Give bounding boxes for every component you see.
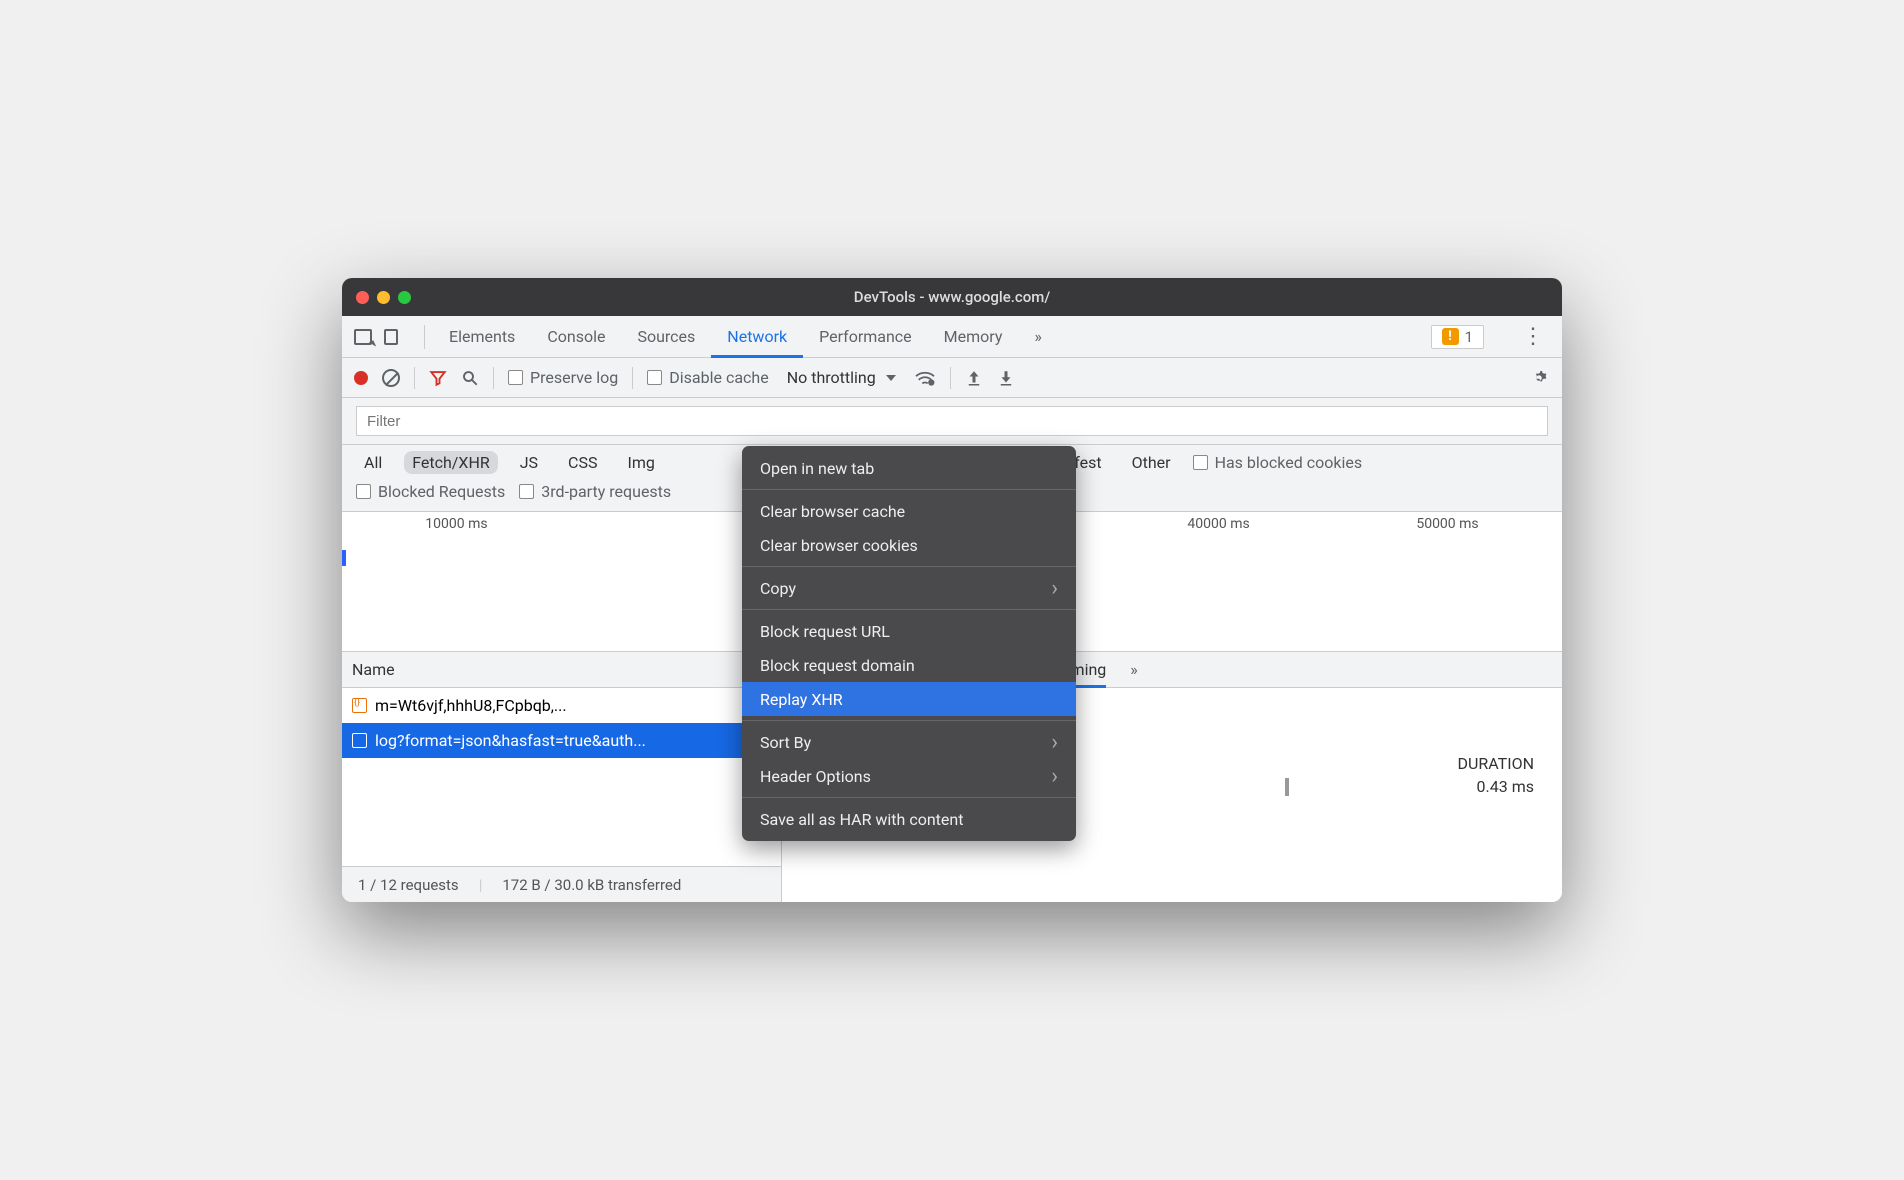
menu-separator xyxy=(742,609,1076,610)
checkbox-icon xyxy=(356,484,371,499)
separator xyxy=(950,367,951,389)
throttling-select[interactable]: No throttling xyxy=(783,368,900,387)
timeline-tick: 40000 ms xyxy=(1187,516,1249,532)
device-toggle-icon[interactable] xyxy=(384,329,398,345)
menu-separator xyxy=(742,489,1076,490)
request-type-icon xyxy=(352,698,367,713)
network-settings-icon[interactable] xyxy=(1528,367,1550,389)
tab-console[interactable]: Console xyxy=(531,316,621,358)
menu-clear-cookies[interactable]: Clear browser cookies xyxy=(742,528,1076,562)
timeline-tick: 50000 ms xyxy=(1416,516,1478,532)
menu-block-url[interactable]: Block request URL xyxy=(742,614,1076,648)
checkbox-icon xyxy=(519,484,534,499)
network-conditions-icon[interactable] xyxy=(914,369,936,387)
column-header-name[interactable]: Name xyxy=(342,652,781,688)
transfer-size: 172 B / 30.0 kB transferred xyxy=(502,876,681,894)
checkbox-icon xyxy=(647,370,662,385)
type-other[interactable]: Other xyxy=(1124,451,1179,474)
menu-separator xyxy=(742,720,1076,721)
issues-badge[interactable]: 1 xyxy=(1431,325,1484,349)
more-menu-icon[interactable]: ⋮ xyxy=(1516,324,1550,349)
type-fetch-xhr[interactable]: Fetch/XHR xyxy=(404,451,498,474)
warning-icon xyxy=(1442,328,1459,345)
duration-label: DURATION xyxy=(1458,754,1534,773)
request-row[interactable]: log?format=json&hasfast=true&auth... xyxy=(342,723,781,758)
panel-tabs: Elements Console Sources Network Perform… xyxy=(342,316,1562,358)
disable-cache-label: Disable cache xyxy=(669,368,768,387)
tab-elements[interactable]: Elements xyxy=(433,316,531,358)
filter-bar xyxy=(342,398,1562,445)
request-type-icon xyxy=(352,733,367,748)
request-row[interactable]: m=Wt6vjf,hhhU8,FCpbqb,... xyxy=(342,688,781,723)
filter-input[interactable] xyxy=(356,406,1548,436)
search-icon[interactable] xyxy=(461,369,479,387)
tab-performance[interactable]: Performance xyxy=(803,316,928,358)
third-party-label: 3rd-party requests xyxy=(541,482,671,501)
window-title: DevTools - www.google.com/ xyxy=(342,288,1562,306)
throttling-value: No throttling xyxy=(787,368,876,387)
request-count: 1 / 12 requests xyxy=(358,876,459,894)
type-img[interactable]: Img xyxy=(619,451,662,474)
tab-network[interactable]: Network xyxy=(711,316,803,358)
tabs-overflow[interactable]: » xyxy=(1018,316,1058,358)
checkbox-icon xyxy=(1193,455,1208,470)
type-all[interactable]: All xyxy=(356,451,390,474)
menu-separator xyxy=(742,797,1076,798)
tab-memory[interactable]: Memory xyxy=(928,316,1019,358)
type-css[interactable]: CSS xyxy=(560,451,605,474)
separator xyxy=(493,367,494,389)
separator xyxy=(424,325,425,349)
titlebar: DevTools - www.google.com/ xyxy=(342,278,1562,316)
menu-clear-cache[interactable]: Clear browser cache xyxy=(742,494,1076,528)
timeline-marker xyxy=(342,550,346,566)
context-menu: Open in new tab Clear browser cache Clea… xyxy=(742,446,1076,841)
menu-save-har[interactable]: Save all as HAR with content xyxy=(742,802,1076,836)
blocked-cookies-checkbox[interactable]: Has blocked cookies xyxy=(1193,453,1363,472)
timeline-tick: 10000 ms xyxy=(425,516,487,532)
preserve-log-checkbox[interactable]: Preserve log xyxy=(508,368,618,387)
clear-button[interactable] xyxy=(382,369,400,387)
queue-bar-icon xyxy=(1285,778,1289,796)
inspect-element-icon[interactable] xyxy=(354,329,372,345)
issues-count: 1 xyxy=(1465,328,1473,346)
checkbox-icon xyxy=(508,370,523,385)
menu-separator xyxy=(742,566,1076,567)
menu-sort-by[interactable]: Sort By xyxy=(742,725,1076,759)
detail-tabs-overflow[interactable]: » xyxy=(1130,652,1138,688)
chevron-down-icon xyxy=(886,375,896,381)
request-name: log?format=json&hasfast=true&auth... xyxy=(375,731,646,750)
queueing-value: 0.43 ms xyxy=(1477,777,1534,796)
request-list-panel: Name m=Wt6vjf,hhhU8,FCpbqb,... log?forma… xyxy=(342,652,782,902)
menu-header-options[interactable]: Header Options xyxy=(742,759,1076,793)
network-toolbar: Preserve log Disable cache No throttling xyxy=(342,358,1562,398)
menu-replay-xhr[interactable]: Replay XHR xyxy=(742,682,1076,716)
menu-block-domain[interactable]: Block request domain xyxy=(742,648,1076,682)
tab-sources[interactable]: Sources xyxy=(621,316,711,358)
blocked-requests-checkbox[interactable]: Blocked Requests xyxy=(356,482,505,501)
filter-icon[interactable] xyxy=(429,369,447,387)
separator xyxy=(632,367,633,389)
third-party-checkbox[interactable]: 3rd-party requests xyxy=(519,482,671,501)
download-har-icon[interactable] xyxy=(997,369,1015,387)
type-js[interactable]: JS xyxy=(512,451,546,474)
record-button[interactable] xyxy=(354,371,368,385)
blocked-req-label: Blocked Requests xyxy=(378,482,505,501)
upload-har-icon[interactable] xyxy=(965,369,983,387)
menu-copy[interactable]: Copy xyxy=(742,571,1076,605)
status-bar: 1 / 12 requests | 172 B / 30.0 kB transf… xyxy=(342,866,781,902)
request-name: m=Wt6vjf,hhhU8,FCpbqb,... xyxy=(375,696,567,715)
settings-gear-icon[interactable] xyxy=(1494,326,1516,348)
preserve-log-label: Preserve log xyxy=(530,368,618,387)
menu-open-new-tab[interactable]: Open in new tab xyxy=(742,451,1076,485)
blocked-cookies-label: Has blocked cookies xyxy=(1215,453,1363,472)
disable-cache-checkbox[interactable]: Disable cache xyxy=(647,368,768,387)
separator xyxy=(414,367,415,389)
